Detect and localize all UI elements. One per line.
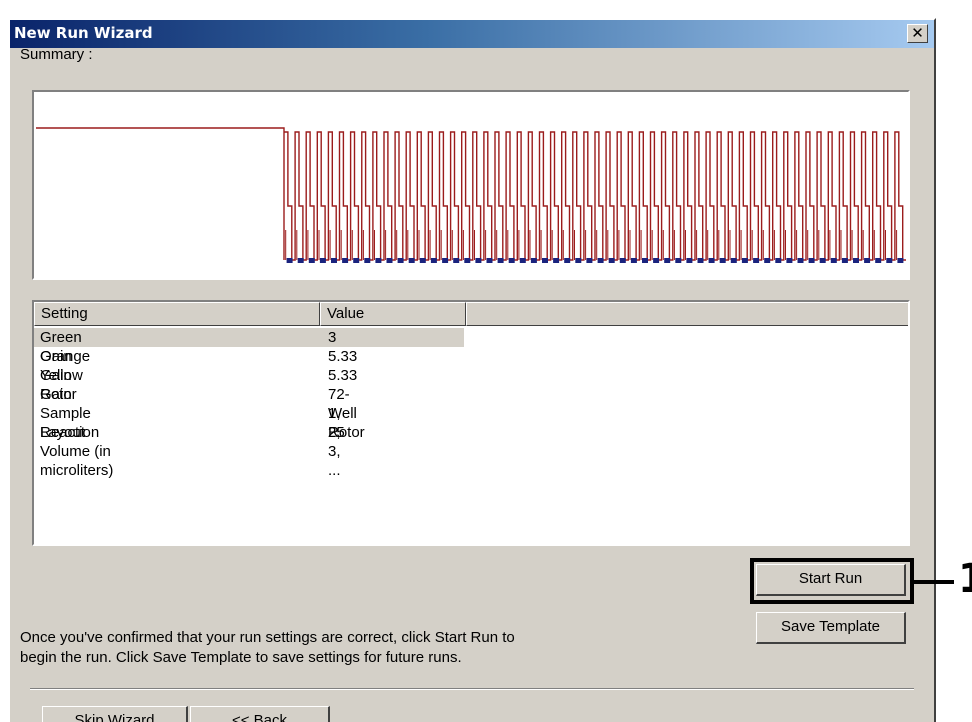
- acquisition-marker: [664, 258, 671, 263]
- setting-value: 3: [328, 329, 337, 346]
- acquisition-marker: [331, 258, 337, 263]
- window-title: New Run Wizard: [14, 24, 153, 42]
- acquisition-marker: [630, 258, 637, 263]
- acquisition-marker: [308, 258, 315, 263]
- acquisition-marker: [297, 258, 304, 263]
- acquisition-marker: [408, 258, 415, 263]
- temperature-profile-line: [36, 127, 906, 261]
- instructions-text: Once you've confirmed that your run sett…: [20, 628, 740, 668]
- setting-value: 5.33: [328, 367, 358, 384]
- acquisition-marker: [553, 258, 560, 263]
- acquisition-marker: [597, 258, 604, 263]
- acquisition-marker: [453, 258, 460, 263]
- acquisition-marker: [741, 258, 748, 263]
- column-header-setting[interactable]: Setting: [34, 302, 320, 326]
- acquisition-marker: [719, 258, 726, 263]
- setting-value: 5.33: [328, 348, 358, 365]
- acquisition-marker: [464, 258, 471, 263]
- acquisition-marker: [564, 258, 571, 263]
- acquisition-marker: [864, 258, 871, 263]
- row-selection-highlight: [34, 328, 464, 347]
- acquisition-marker: [386, 258, 393, 263]
- acquisition-marker: [475, 258, 482, 263]
- acquisition-marker: [619, 258, 626, 263]
- acquisition-marker: [775, 258, 782, 263]
- acquisition-marker: [608, 258, 615, 263]
- acquisition-marker: [886, 258, 893, 263]
- acquisition-marker: [853, 258, 859, 263]
- acquisition-marker: [797, 258, 804, 263]
- acquisition-marker: [419, 258, 426, 263]
- start-run-button[interactable]: Start Run: [756, 564, 906, 596]
- settings-list[interactable]: Setting Value Green Gain 3 Orange Gain 5…: [32, 300, 910, 546]
- back-button-prefix: <<: [231, 712, 254, 722]
- acquisition-marker: [286, 258, 293, 263]
- acquisition-marker: [542, 258, 548, 263]
- back-button[interactable]: << Back: [190, 706, 330, 722]
- run-profile-graph: [36, 127, 906, 263]
- acquisition-marker: [697, 258, 704, 263]
- acquisition-marker: [486, 258, 493, 263]
- column-header-value[interactable]: Value: [320, 302, 466, 326]
- acquisition-marker: [786, 258, 793, 263]
- acquisition-marker: [897, 258, 904, 263]
- acquisition-marker: [364, 258, 371, 263]
- back-button-accelerator: B: [253, 712, 264, 722]
- footer-separator: [30, 688, 914, 690]
- title-bar[interactable]: New Run Wizard ✕: [10, 20, 934, 48]
- acquisition-marker: [730, 258, 737, 263]
- setting-name: Rotor: [40, 386, 77, 403]
- instructions-line-2: begin the run. Click Save Template to sa…: [20, 649, 462, 666]
- setting-value: 25: [328, 424, 345, 441]
- callout-number: 1: [958, 556, 972, 602]
- acquisition-marker: [575, 258, 582, 263]
- summary-label: Summary :: [20, 46, 93, 63]
- callout-line: [914, 580, 954, 584]
- setting-value: 1, 2, 3, ...: [328, 405, 341, 479]
- acquisition-marker: [530, 258, 537, 263]
- close-icon[interactable]: ✕: [907, 24, 928, 43]
- acquisition-marker: [708, 258, 715, 263]
- acquisition-marker: [397, 258, 404, 263]
- acquisition-marker: [764, 258, 771, 263]
- skip-wizard-button[interactable]: Skip Wizard: [42, 706, 188, 722]
- acquisition-marker: [319, 258, 326, 263]
- setting-name: Reaction Volume (in microliters): [40, 424, 114, 479]
- acquisition-marker: [753, 258, 760, 263]
- column-header-empty[interactable]: [466, 302, 908, 326]
- acquisition-marker: [808, 258, 815, 263]
- acquisition-marker: [841, 258, 848, 263]
- instructions-line-1: Once you've confirmed that your run sett…: [20, 629, 515, 646]
- acquisition-marker: [819, 258, 826, 263]
- acquisition-marker: [430, 258, 437, 263]
- acquisition-marker: [508, 258, 515, 263]
- acquisition-marker: [519, 258, 526, 263]
- acquisition-marker: [442, 258, 449, 263]
- run-profile-summary: [32, 90, 910, 280]
- acquisition-marker: [675, 258, 682, 263]
- acquisition-marker: [653, 258, 660, 263]
- acquisition-marker: [586, 258, 593, 263]
- acquisition-marker: [642, 258, 648, 263]
- settings-list-header: Setting Value: [34, 302, 908, 326]
- acquisition-marker: [375, 258, 382, 263]
- acquisition-marker: [342, 258, 349, 263]
- back-button-rest: ack: [263, 712, 288, 722]
- acquisition-marker: [830, 258, 837, 263]
- acquisition-marker: [875, 258, 882, 263]
- save-template-button[interactable]: Save Template: [756, 612, 906, 644]
- acquisition-marker: [353, 258, 360, 263]
- acquisition-marker: [497, 258, 504, 263]
- acquisition-marker: [686, 258, 693, 263]
